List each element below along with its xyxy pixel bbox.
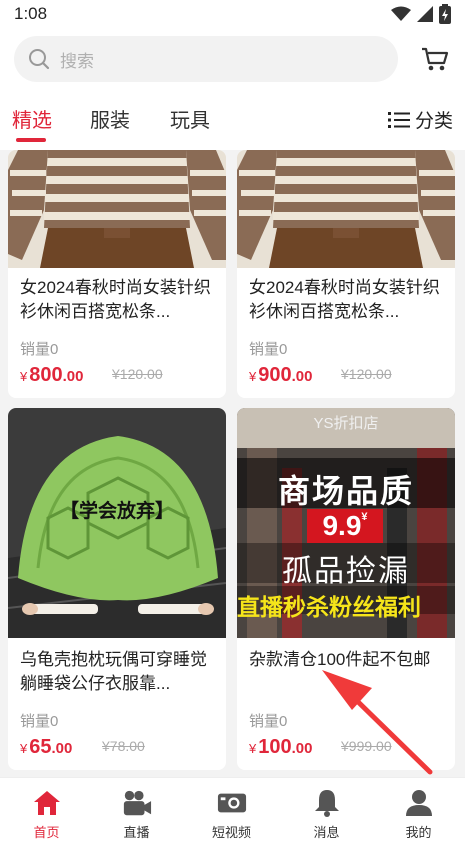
signal-icon <box>417 6 433 22</box>
price-decimal: .00 <box>62 368 84 385</box>
user-icon <box>404 788 434 818</box>
video-icon <box>217 788 247 818</box>
product-price: ¥ 65 .00 <box>20 736 72 759</box>
nav-label: 短视频 <box>211 825 251 840</box>
header: 搜索 精选 服装 玩具 分类 <box>0 28 465 150</box>
image-headline-1: 商场品质 <box>277 473 414 509</box>
product-title: 杂款清仓100件起不包邮 <box>249 650 431 669</box>
original-price: ¥999.00 <box>341 738 392 754</box>
price-integer: 800 <box>29 364 63 386</box>
price-decimal: .00 <box>291 368 313 385</box>
price-symbol: ¥ <box>20 741 28 756</box>
product-price: ¥ 900 .00 <box>249 364 312 387</box>
list-icon <box>388 111 410 128</box>
category-tabs: 精选 服装 玩具 分类 <box>0 98 465 148</box>
tab-underline <box>16 138 46 142</box>
nav-label: 直播 <box>123 825 150 840</box>
image-shop-name: YS折扣店 <box>313 415 379 432</box>
product-image <box>8 150 226 268</box>
image-price: 9.9 <box>322 510 362 541</box>
product-price: ¥ 100 .00 <box>249 736 312 759</box>
category-button[interactable]: 分类 <box>388 106 453 133</box>
battery-icon <box>439 4 451 24</box>
search-icon <box>29 49 50 70</box>
nav-profile[interactable]: 我的 <box>372 778 465 843</box>
search-placeholder: 搜索 <box>60 51 94 71</box>
price-integer: 65 <box>29 736 52 758</box>
cart-icon <box>422 47 449 71</box>
product-image: YS折扣店 商场品质 9.9 ¥ 孤品捡漏 直播秒杀粉丝福利 <box>237 408 455 638</box>
price-integer: 900 <box>258 364 292 386</box>
price-decimal: .00 <box>291 740 313 757</box>
product-card[interactable]: 女2024春秋时尚女装针织衫休闲百搭宽松条... 销量0 ¥ 800 .00 ¥… <box>8 150 226 398</box>
status-bar: 1:08 <box>0 0 465 28</box>
nav-label: 消息 <box>313 825 340 840</box>
product-sales: 销量0 <box>20 713 59 730</box>
tab-clothing[interactable]: 服装 <box>90 104 130 133</box>
product-card[interactable]: YS折扣店 商场品质 9.9 ¥ 孤品捡漏 直播秒杀粉丝福利 杂款清仓100件起… <box>237 408 455 770</box>
nav-label: 首页 <box>33 825 60 840</box>
status-icons <box>391 4 451 24</box>
nav-messages[interactable]: 消息 <box>280 778 373 843</box>
nav-label: 我的 <box>405 825 432 840</box>
nav-short-video[interactable]: 短视频 <box>185 778 278 843</box>
live-camera-icon <box>122 788 152 818</box>
cart-button[interactable] <box>418 42 452 76</box>
product-image: 【学会放弃】 <box>8 408 226 638</box>
search-input[interactable]: 搜索 <box>14 36 398 82</box>
product-sales: 销量0 <box>20 341 59 358</box>
product-card[interactable]: 女2024春秋时尚女装针织衫休闲百搭宽松条... 销量0 ¥ 900 .00 ¥… <box>237 150 455 398</box>
tab-featured[interactable]: 精选 <box>12 104 52 133</box>
product-card[interactable]: 【学会放弃】 乌龟壳抱枕玩偶可穿睡觉躺睡袋公仔衣服靠... 销量0 ¥ 65 .… <box>8 408 226 770</box>
product-title: 乌龟壳抱枕玩偶可穿睡觉躺睡袋公仔衣服靠... <box>20 650 207 693</box>
status-time: 1:08 <box>14 4 48 23</box>
original-price: ¥120.00 <box>112 366 163 382</box>
product-price: ¥ 800 .00 <box>20 364 83 387</box>
home-icon <box>32 788 62 818</box>
bell-icon <box>312 788 342 818</box>
image-price-tag: 9.9 ¥ <box>307 509 383 543</box>
image-headline-2: 孤品捡漏 <box>282 555 410 588</box>
wifi-icon <box>391 6 411 21</box>
product-image <box>237 150 455 268</box>
price-symbol: ¥ <box>20 369 28 384</box>
product-sales: 销量0 <box>249 341 288 358</box>
price-integer: 100 <box>258 736 292 758</box>
price-symbol: ¥ <box>249 369 257 384</box>
category-label: 分类 <box>415 111 454 132</box>
product-title: 女2024春秋时尚女装针织衫休闲百搭宽松条... <box>249 278 440 321</box>
product-title: 女2024春秋时尚女装针织衫休闲百搭宽松条... <box>20 278 211 321</box>
price-symbol: ¥ <box>249 741 257 756</box>
image-caption: 【学会放弃】 <box>59 501 174 522</box>
bottom-nav: 首页 直播 短视频 消息 我的 <box>0 777 465 843</box>
image-headline-3: 直播秒杀粉丝福利 <box>237 594 421 620</box>
image-price-symbol: ¥ <box>361 511 368 523</box>
price-decimal: .00 <box>51 740 73 757</box>
product-sales: 销量0 <box>249 713 288 730</box>
nav-home[interactable]: 首页 <box>0 778 93 843</box>
original-price: ¥120.00 <box>341 366 392 382</box>
tab-toys[interactable]: 玩具 <box>170 104 210 133</box>
original-price: ¥78.00 <box>102 738 145 754</box>
nav-live[interactable]: 直播 <box>90 778 183 843</box>
